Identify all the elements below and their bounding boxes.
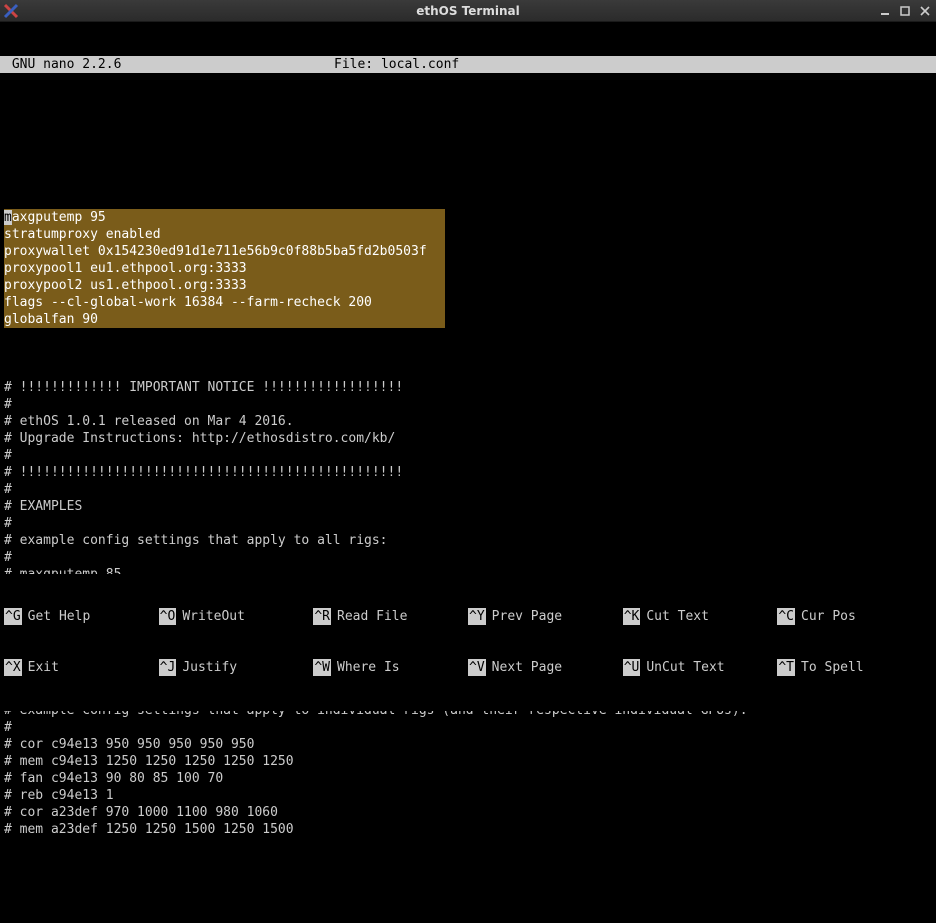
file-line[interactable]: # cor a23def 970 1000 1100 980 1060: [4, 804, 932, 821]
nano-header: GNU nano 2.2.6 File: local.conf: [0, 56, 936, 73]
shortcut-label: Cut Text: [646, 608, 709, 625]
footer-shortcut[interactable]: ^G Get Help: [4, 608, 159, 625]
window-titlebar: ethOS Terminal: [0, 0, 936, 22]
shortcut-label: Exit: [28, 659, 59, 676]
shortcut-key: ^K: [623, 608, 641, 625]
config-line[interactable]: flags --cl-global-work 16384 --farm-rech…: [4, 294, 427, 311]
file-line[interactable]: # fan c94e13 90 80 85 100 70: [4, 770, 932, 787]
cursor: m: [4, 210, 12, 225]
minimize-button[interactable]: [878, 4, 892, 18]
file-line[interactable]: # mem a23def 1250 1250 1500 1250 1500: [4, 821, 932, 838]
shortcut-label: Read File: [337, 608, 407, 625]
footer-shortcut[interactable]: ^U UnCut Text: [623, 659, 778, 676]
config-line[interactable]: proxypool2 us1.ethpool.org:3333: [4, 277, 427, 294]
file-line[interactable]: #: [4, 481, 932, 498]
shortcut-label: Where Is: [337, 659, 400, 676]
file-line[interactable]: # !!!!!!!!!!!!!!!!!!!!!!!!!!!!!!!!!!!!!!…: [4, 464, 932, 481]
config-line[interactable]: globalfan 90: [4, 311, 427, 328]
footer-shortcut[interactable]: ^V Next Page: [468, 659, 623, 676]
config-line[interactable]: proxypool1 eu1.ethpool.org:3333: [4, 260, 427, 277]
footer-row-1: ^G Get Help ^O WriteOut ^R Read File ^Y Prev Pa…: [4, 608, 932, 625]
maximize-button[interactable]: [898, 4, 912, 18]
config-line[interactable]: maxgputemp 95: [4, 209, 427, 226]
shortcut-key: ^U: [623, 659, 641, 676]
shortcut-key: ^X: [4, 659, 22, 676]
file-line[interactable]: # reb c94e13 1: [4, 787, 932, 804]
shortcut-key: ^C: [777, 608, 795, 625]
shortcut-label: To Spell: [801, 659, 864, 676]
shortcut-label: Prev Page: [492, 608, 562, 625]
footer-row-2: ^X Exit ^J Justify ^W Where Is ^V Next Page ^U Un…: [4, 659, 932, 676]
footer-shortcut[interactable]: ^K Cut Text: [623, 608, 778, 625]
shortcut-label: Justify: [182, 659, 237, 676]
footer-shortcut[interactable]: ^T To Spell: [777, 659, 932, 676]
file-line[interactable]: # Upgrade Instructions: http://ethosdist…: [4, 430, 932, 447]
file-line[interactable]: # !!!!!!!!!!!!! IMPORTANT NOTICE !!!!!!!…: [4, 379, 932, 396]
file-line[interactable]: # mem c94e13 1250 1250 1250 1250 1250: [4, 753, 932, 770]
nano-footer: ^G Get Help ^O WriteOut ^R Read File ^Y Prev Pa…: [0, 574, 936, 711]
editor-body[interactable]: maxgputemp 95stratumproxy enabledproxywa…: [0, 124, 936, 872]
close-button[interactable]: [918, 4, 932, 18]
shortcut-key: ^G: [4, 608, 22, 625]
footer-shortcut[interactable]: ^Y Prev Page: [468, 608, 623, 625]
shortcut-label: Next Page: [492, 659, 562, 676]
window-title: ethOS Terminal: [0, 4, 936, 18]
config-line[interactable]: proxywallet 0x154230ed91d1e711e56b9c0f88…: [4, 243, 427, 260]
file-line[interactable]: # ethOS 1.0.1 released on Mar 4 2016.: [4, 413, 932, 430]
nano-file-label: File: local.conf: [334, 56, 459, 73]
shortcut-label: UnCut Text: [646, 659, 724, 676]
file-line[interactable]: # cor c94e13 950 950 950 950 950: [4, 736, 932, 753]
shortcut-key: ^W: [313, 659, 331, 676]
blank-line: [4, 158, 932, 175]
file-line[interactable]: [4, 362, 932, 379]
footer-shortcut[interactable]: ^W Where Is: [313, 659, 468, 676]
nano-app-name: GNU nano 2.2.6: [4, 56, 334, 73]
shortcut-label: Cur Pos: [801, 608, 856, 625]
shortcut-key: ^J: [159, 659, 177, 676]
file-line[interactable]: #: [4, 515, 932, 532]
shortcut-key: ^T: [777, 659, 795, 676]
footer-shortcut[interactable]: ^X Exit: [4, 659, 159, 676]
shortcut-label: WriteOut: [182, 608, 245, 625]
shortcut-key: ^V: [468, 659, 486, 676]
config-line[interactable]: stratumproxy enabled: [4, 226, 427, 243]
file-line[interactable]: #: [4, 447, 932, 464]
footer-shortcut[interactable]: ^R Read File: [313, 608, 468, 625]
app-icon: [2, 2, 20, 20]
file-line[interactable]: # example config settings that apply to …: [4, 532, 932, 549]
selected-text-block[interactable]: maxgputemp 95stratumproxy enabledproxywa…: [4, 209, 932, 328]
terminal-area[interactable]: GNU nano 2.2.6 File: local.conf maxgpute…: [0, 22, 936, 711]
file-line[interactable]: #: [4, 396, 932, 413]
shortcut-key: ^Y: [468, 608, 486, 625]
footer-shortcut[interactable]: ^J Justify: [159, 659, 314, 676]
shortcut-key: ^O: [159, 608, 177, 625]
footer-shortcut[interactable]: ^O WriteOut: [159, 608, 314, 625]
window-controls: [878, 0, 932, 21]
file-line[interactable]: #: [4, 719, 932, 736]
file-line[interactable]: # EXAMPLES: [4, 498, 932, 515]
file-line[interactable]: #: [4, 549, 932, 566]
shortcut-key: ^R: [313, 608, 331, 625]
footer-shortcut[interactable]: ^C Cur Pos: [777, 608, 932, 625]
shortcut-label: Get Help: [28, 608, 91, 625]
